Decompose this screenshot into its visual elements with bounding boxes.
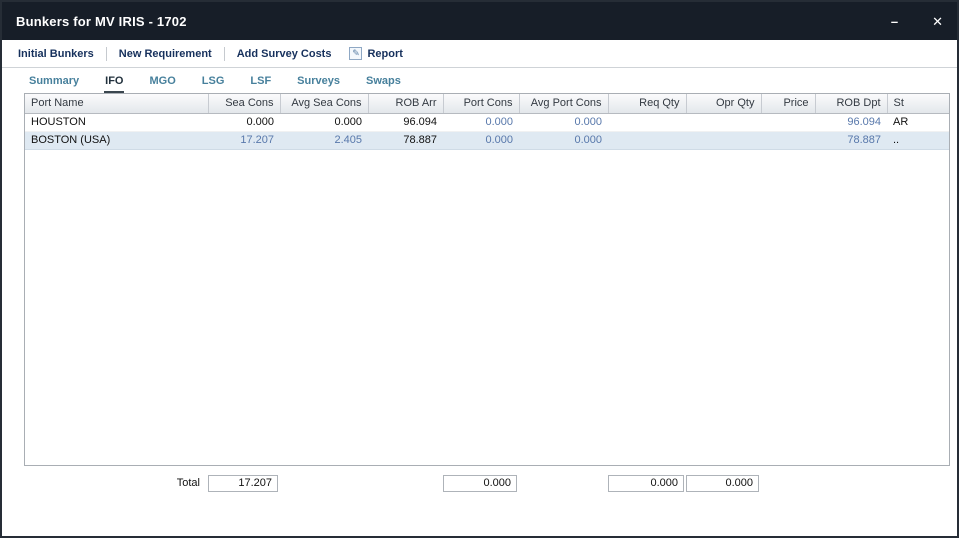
table-cell[interactable]: 0.000 <box>443 113 519 131</box>
table-cell[interactable]: 2.405 <box>280 131 368 149</box>
column-header-avg-port-cons[interactable]: Avg Port Cons <box>519 94 608 113</box>
bunkers-table: Port NameSea ConsAvg Sea ConsROB ArrPort… <box>25 94 950 150</box>
toolbar-divider <box>106 47 107 61</box>
tab-bar: Summary IFO MGO LSG LSF Surveys Swaps <box>2 68 957 93</box>
tab-mgo[interactable]: MGO <box>148 72 176 93</box>
report-button[interactable]: ✎ Report <box>349 47 402 60</box>
table-cell[interactable]: 0.000 <box>519 131 608 149</box>
table-cell[interactable] <box>761 131 815 149</box>
column-header-opr-qty[interactable]: Opr Qty <box>686 94 761 113</box>
grid-area: Port NameSea ConsAvg Sea ConsROB ArrPort… <box>24 93 950 466</box>
tab-surveys[interactable]: Surveys <box>296 72 341 93</box>
tab-lsg[interactable]: LSG <box>201 72 226 93</box>
table-header-row: Port NameSea ConsAvg Sea ConsROB ArrPort… <box>25 94 950 113</box>
total-req-qty: 0.000 <box>608 475 684 492</box>
column-header-rob-dpt[interactable]: ROB Dpt <box>815 94 887 113</box>
column-header-sea-cons[interactable]: Sea Cons <box>208 94 280 113</box>
tab-summary[interactable]: Summary <box>28 72 80 93</box>
column-header-port-name[interactable]: Port Name <box>25 94 208 113</box>
table-cell[interactable]: 0.000 <box>280 113 368 131</box>
report-label: Report <box>367 48 402 60</box>
table-cell[interactable]: 96.094 <box>815 113 887 131</box>
table-cell[interactable]: HOUSTON <box>25 113 208 131</box>
column-header-st[interactable]: St <box>887 94 950 113</box>
table-cell[interactable]: 78.887 <box>815 131 887 149</box>
table-cell[interactable]: 0.000 <box>443 131 519 149</box>
total-opr-qty: 0.000 <box>686 475 759 492</box>
table-cell[interactable]: AR <box>887 113 950 131</box>
table-cell[interactable]: 17.207 <box>208 131 280 149</box>
table-cell[interactable]: 0.000 <box>519 113 608 131</box>
window-controls: – ✕ <box>891 15 943 28</box>
column-header-price[interactable]: Price <box>761 94 815 113</box>
table-row[interactable]: BOSTON (USA)17.2072.40578.8870.0000.0007… <box>25 131 950 149</box>
total-label: Total <box>24 474 207 492</box>
tab-swaps[interactable]: Swaps <box>365 72 402 93</box>
add-survey-costs-button[interactable]: Add Survey Costs <box>237 48 332 60</box>
new-requirement-button[interactable]: New Requirement <box>119 48 212 60</box>
column-header-req-qty[interactable]: Req Qty <box>608 94 686 113</box>
table-cell[interactable]: .. <box>887 131 950 149</box>
table-cell[interactable]: 78.887 <box>368 131 443 149</box>
table-cell[interactable] <box>761 113 815 131</box>
table-body: HOUSTON0.0000.00096.0940.0000.00096.094A… <box>25 113 950 149</box>
column-header-rob-arr[interactable]: ROB Arr <box>368 94 443 113</box>
report-icon: ✎ <box>349 47 362 60</box>
total-sea-cons: 17.207 <box>208 475 278 492</box>
toolbar-divider <box>224 47 225 61</box>
table-cell[interactable]: BOSTON (USA) <box>25 131 208 149</box>
table-cell[interactable] <box>608 131 686 149</box>
total-port-cons: 0.000 <box>443 475 517 492</box>
tab-ifo[interactable]: IFO <box>104 72 124 93</box>
table-cell[interactable]: 96.094 <box>368 113 443 131</box>
minimize-button[interactable]: – <box>891 15 898 28</box>
tab-lsf[interactable]: LSF <box>249 72 272 93</box>
totals-row: Total 17.207 0.000 0.000 0.000 <box>24 474 957 492</box>
initial-bunkers-button[interactable]: Initial Bunkers <box>18 48 94 60</box>
bunkers-window: Bunkers for MV IRIS - 1702 – ✕ Initial B… <box>0 0 959 538</box>
table-row[interactable]: HOUSTON0.0000.00096.0940.0000.00096.094A… <box>25 113 950 131</box>
table-cell[interactable]: 0.000 <box>208 113 280 131</box>
toolbar: Initial Bunkers New Requirement Add Surv… <box>2 40 957 68</box>
table-cell[interactable] <box>686 131 761 149</box>
column-header-avg-sea-cons[interactable]: Avg Sea Cons <box>280 94 368 113</box>
table-cell[interactable] <box>608 113 686 131</box>
window-title: Bunkers for MV IRIS - 1702 <box>16 14 187 29</box>
title-bar: Bunkers for MV IRIS - 1702 – ✕ <box>2 2 957 40</box>
close-button[interactable]: ✕ <box>932 15 943 28</box>
column-header-port-cons[interactable]: Port Cons <box>443 94 519 113</box>
table-cell[interactable] <box>686 113 761 131</box>
